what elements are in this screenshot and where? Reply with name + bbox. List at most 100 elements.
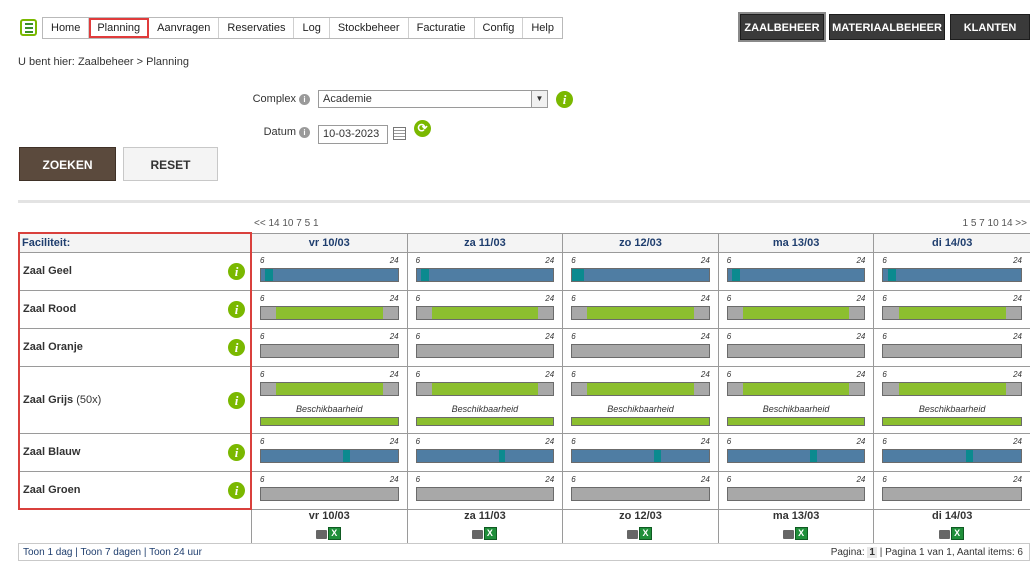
available-segment[interactable]: [431, 307, 539, 319]
reservation-marker[interactable]: [420, 269, 429, 281]
occupancy-bar[interactable]: [571, 268, 710, 282]
planning-cell[interactable]: 6 24: [252, 329, 408, 366]
available-segment[interactable]: [898, 307, 1006, 319]
show-24-hours-link[interactable]: Toon 24 uur: [149, 547, 202, 558]
facility-info-icon[interactable]: i: [228, 263, 245, 280]
occupancy-bar[interactable]: [571, 449, 710, 463]
planning-cell[interactable]: 6 24: [719, 291, 875, 328]
facility-info-icon[interactable]: i: [228, 301, 245, 318]
planning-cell[interactable]: 6 24: [719, 329, 875, 366]
calendar-icon[interactable]: [393, 127, 406, 140]
planning-cell[interactable]: 6 24: [719, 253, 875, 290]
occupancy-bar[interactable]: [415, 449, 555, 463]
available-segment[interactable]: [276, 307, 383, 319]
print-icon[interactable]: [471, 530, 483, 539]
nav-item-facturatie[interactable]: Facturatie: [409, 18, 475, 38]
module-materiaalbeheer-button[interactable]: MATERIAALBEHEER: [829, 14, 945, 40]
occupancy-bar[interactable]: [415, 382, 555, 396]
available-segment[interactable]: [587, 307, 694, 319]
occupancy-bar[interactable]: [571, 487, 710, 501]
nav-item-log[interactable]: Log: [294, 18, 330, 38]
planning-cell[interactable]: 6 24: [563, 329, 719, 366]
reservation-marker[interactable]: [265, 269, 274, 281]
facility-info-icon[interactable]: i: [228, 391, 245, 409]
nav-item-help[interactable]: Help: [523, 18, 562, 38]
planning-cell[interactable]: 6 24: [408, 329, 564, 366]
occupancy-bar[interactable]: [415, 268, 555, 282]
planning-cell[interactable]: 6 24: [252, 472, 408, 509]
occupancy-bar[interactable]: [726, 449, 866, 463]
occupancy-bar[interactable]: [882, 306, 1022, 320]
planning-cell[interactable]: 6 24: [408, 291, 564, 328]
availability-bar[interactable]: [260, 417, 399, 426]
reservation-marker[interactable]: [498, 450, 506, 462]
print-icon[interactable]: [939, 530, 951, 539]
excel-icon[interactable]: [639, 527, 653, 540]
occupancy-bar[interactable]: [260, 382, 399, 396]
reservation-marker[interactable]: [809, 450, 817, 462]
planning-cell[interactable]: 6 24: [252, 253, 408, 290]
available-segment[interactable]: [276, 383, 383, 395]
occupancy-bar[interactable]: [260, 268, 399, 282]
reservation-marker[interactable]: [731, 269, 741, 281]
occupancy-bar[interactable]: [726, 306, 866, 320]
day-column-header[interactable]: ma 13/03: [719, 234, 875, 252]
occupancy-bar[interactable]: [415, 344, 555, 358]
occupancy-bar[interactable]: [415, 487, 555, 501]
complex-help-icon[interactable]: i: [556, 91, 573, 108]
datum-info-icon[interactable]: i: [299, 126, 310, 138]
facility-info-icon[interactable]: i: [228, 482, 245, 499]
planning-cell[interactable]: 6 24 Beschikbaarheid: [563, 367, 719, 433]
planning-cell[interactable]: 6 24 Beschikbaarheid: [408, 367, 564, 433]
reset-button[interactable]: RESET: [123, 147, 218, 181]
occupancy-bar[interactable]: [260, 344, 399, 358]
print-icon[interactable]: [783, 530, 795, 539]
planning-cell[interactable]: 6 24: [563, 472, 719, 509]
reservation-marker[interactable]: [342, 450, 350, 462]
planning-cell[interactable]: 6 24 Beschikbaarheid: [719, 367, 875, 433]
occupancy-bar[interactable]: [726, 382, 866, 396]
occupancy-bar[interactable]: [571, 344, 710, 358]
nav-item-config[interactable]: Config: [475, 18, 524, 38]
datum-field[interactable]: 10-03-2023: [318, 125, 388, 144]
occupancy-bar[interactable]: [882, 487, 1022, 501]
facility-name[interactable]: Zaal Rood: [23, 303, 76, 315]
facility-info-icon[interactable]: i: [228, 339, 245, 356]
nav-item-planning[interactable]: Planning: [89, 18, 150, 38]
planning-cell[interactable]: 6 24 Beschikbaarheid: [874, 367, 1030, 433]
planning-cell[interactable]: 6 24 Beschikbaarheid: [252, 367, 408, 433]
occupancy-bar[interactable]: [726, 344, 866, 358]
planning-cell[interactable]: 6 24: [719, 434, 875, 471]
search-button[interactable]: ZOEKEN: [19, 147, 116, 181]
reservation-marker[interactable]: [654, 450, 661, 462]
facility-name[interactable]: Zaal Groen: [23, 484, 80, 496]
print-icon[interactable]: [316, 530, 328, 539]
available-segment[interactable]: [742, 383, 850, 395]
occupancy-bar[interactable]: [882, 344, 1022, 358]
planning-cell[interactable]: 6 24: [719, 472, 875, 509]
excel-icon[interactable]: [328, 527, 342, 540]
pager-next-links[interactable]: 1 5 7 10 14 >>: [962, 218, 1027, 229]
occupancy-bar[interactable]: [882, 449, 1022, 463]
reservation-marker[interactable]: [887, 269, 896, 281]
available-segment[interactable]: [742, 307, 850, 319]
module-klanten-button[interactable]: KLANTEN: [950, 14, 1030, 40]
planning-cell[interactable]: 6 24: [563, 253, 719, 290]
excel-icon[interactable]: [951, 527, 965, 540]
available-segment[interactable]: [431, 383, 539, 395]
planning-cell[interactable]: 6 24: [874, 472, 1030, 509]
reservation-marker[interactable]: [572, 269, 585, 281]
planning-cell[interactable]: 6 24: [874, 329, 1030, 366]
day-column-header[interactable]: di 14/03: [874, 234, 1030, 252]
app-logo-icon[interactable]: [20, 19, 37, 36]
planning-cell[interactable]: 6 24: [874, 253, 1030, 290]
occupancy-bar[interactable]: [882, 268, 1022, 282]
availability-bar[interactable]: [415, 417, 555, 426]
occupancy-bar[interactable]: [260, 487, 399, 501]
refresh-icon[interactable]: ⟳: [414, 120, 431, 137]
planning-cell[interactable]: 6 24: [252, 291, 408, 328]
planning-cell[interactable]: 6 24: [408, 253, 564, 290]
day-column-header[interactable]: zo 12/03: [563, 234, 719, 252]
excel-icon[interactable]: [483, 527, 497, 540]
occupancy-bar[interactable]: [726, 268, 866, 282]
